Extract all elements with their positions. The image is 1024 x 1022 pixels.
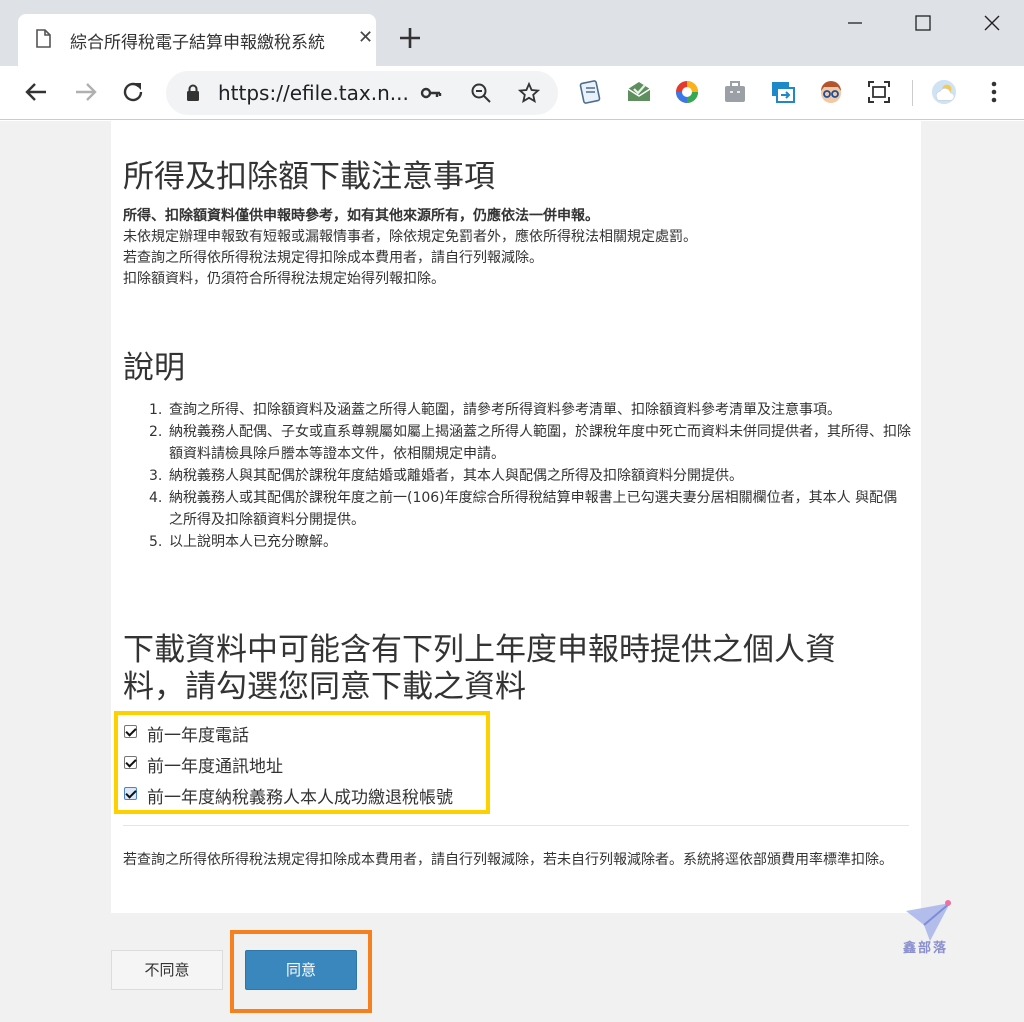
notice-line: 未依規定辦理申報致有短報或漏報情事者，除依規定免罰者外，應依所得稅法相關規定處罰…: [123, 229, 697, 245]
explanation-item: 4. 納稅義務人或其配偶於課稅年度之前一(106)年度綜合所得稅結算申報書上已勾選…: [149, 490, 898, 528]
explanation-heading: 說明: [123, 350, 185, 386]
section-divider: [123, 825, 909, 826]
consent-checkbox-group: 前一年度電話 前一年度通訊地址 前一年度納稅義務人本人成功繳退稅帳號: [114, 711, 490, 814]
notice-heading: 所得及扣除額下載注意事項: [123, 159, 495, 195]
zoom-icon[interactable]: [470, 82, 492, 104]
browser-tab[interactable]: 綜合所得稅電子結算申報繳稅系統 ✕: [18, 14, 376, 66]
explanation-item: 1. 查詢之所得、扣除額資料及涵蓋之所得人範圍，請參考所得資料參考清單、扣除額資料…: [149, 402, 841, 418]
screen-share-extension-icon[interactable]: [770, 79, 796, 105]
lock-icon: [187, 84, 199, 101]
key-icon[interactable]: [420, 82, 442, 104]
maximize-icon[interactable]: [908, 8, 938, 38]
toolbar-divider: [912, 80, 913, 106]
notice-line: 若查詢之所得依所得稅法規定得扣除成本費用者，請自行列報減除。: [123, 250, 543, 266]
explanation-item: 2. 納稅義務人配偶、子女或直系尊親屬如屬上揭涵蓋之所得人範圍，於課稅年度中死亡而…: [149, 424, 911, 462]
close-window-icon[interactable]: [977, 8, 1007, 38]
address-bar[interactable]: https://efile.tax.n...: [166, 71, 558, 115]
new-tab-plus-icon[interactable]: [396, 24, 424, 52]
reload-icon[interactable]: [119, 78, 147, 106]
disagree-button[interactable]: 不同意: [111, 950, 223, 990]
bookmark-star-icon[interactable]: [518, 82, 540, 104]
minimize-icon[interactable]: [840, 8, 870, 38]
checkbox-label[interactable]: 前一年度電話: [147, 721, 249, 746]
explanation-list: 1. 查詢之所得、扣除額資料及涵蓋之所得人範圍，請參考所得資料參考清單、扣除額資料…: [149, 399, 911, 553]
browser-toolbar: https://efile.tax.n...: [0, 66, 1024, 120]
url-text[interactable]: https://efile.tax.n...: [218, 81, 409, 105]
explanation-item: 5. 以上說明本人已充分瞭解。: [149, 534, 337, 550]
avatar-extension-icon[interactable]: [818, 79, 844, 105]
security-extension-icon[interactable]: [674, 79, 700, 105]
checkbox-account[interactable]: [124, 787, 137, 800]
checkbox-phone[interactable]: [124, 725, 137, 738]
tab-title: 綜合所得稅電子結算申報繳稅系統: [70, 33, 325, 53]
watermark-text: 鑫部落: [903, 941, 949, 956]
notice-bold-line: 所得、扣除額資料僅供申報時參考，如有其他來源所有，仍應依法一併申報。: [123, 208, 599, 224]
checkbox-address[interactable]: [124, 756, 137, 769]
agree-button[interactable]: 同意: [245, 950, 357, 990]
browser-tab-strip: 綜合所得稅電子結算申報繳稅系統 ✕: [0, 0, 1024, 66]
content-card: 所得及扣除額下載注意事項 所得、扣除額資料僅供申報時參考，如有其他來源所有，仍應…: [111, 121, 921, 913]
back-arrow-icon[interactable]: [22, 78, 50, 106]
notice-line: 扣除額資料，仍須符合所得稅法規定始得列報扣除。: [123, 271, 445, 287]
footnote-text: 若查詢之所得依所得稅法規定得扣除成本費用者，請自行列報減除，若未自行列報減除者。…: [123, 852, 893, 868]
screenshot-extension-icon[interactable]: [866, 79, 892, 105]
document-icon: [36, 29, 51, 48]
toolbox-extension-icon[interactable]: [722, 79, 748, 105]
menu-dots-icon[interactable]: [981, 79, 1007, 105]
mail-check-extension-icon[interactable]: [626, 79, 652, 105]
tab-close-icon[interactable]: ✕: [358, 26, 373, 50]
profile-avatar-icon[interactable]: [931, 79, 957, 105]
personal-data-heading-cont: 料，請勾選您同意下載之資料: [123, 669, 526, 705]
checkbox-label[interactable]: 前一年度納稅義務人本人成功繳退稅帳號: [147, 783, 453, 808]
notes-extension-icon[interactable]: [578, 79, 604, 105]
explanation-item: 3. 納稅義務人與其配偶於課稅年度結婚或離婚者，其本人與配偶之所得及扣除額資料分開…: [149, 468, 743, 484]
personal-data-heading: 下載資料中可能含有下列上年度申報時提供之個人資: [123, 632, 836, 668]
page-viewport: 所得及扣除額下載注意事項 所得、扣除額資料僅供申報時參考，如有其他來源所有，仍應…: [0, 121, 1024, 1022]
checkbox-label[interactable]: 前一年度通訊地址: [147, 752, 283, 777]
forward-arrow-icon[interactable]: [72, 78, 100, 106]
